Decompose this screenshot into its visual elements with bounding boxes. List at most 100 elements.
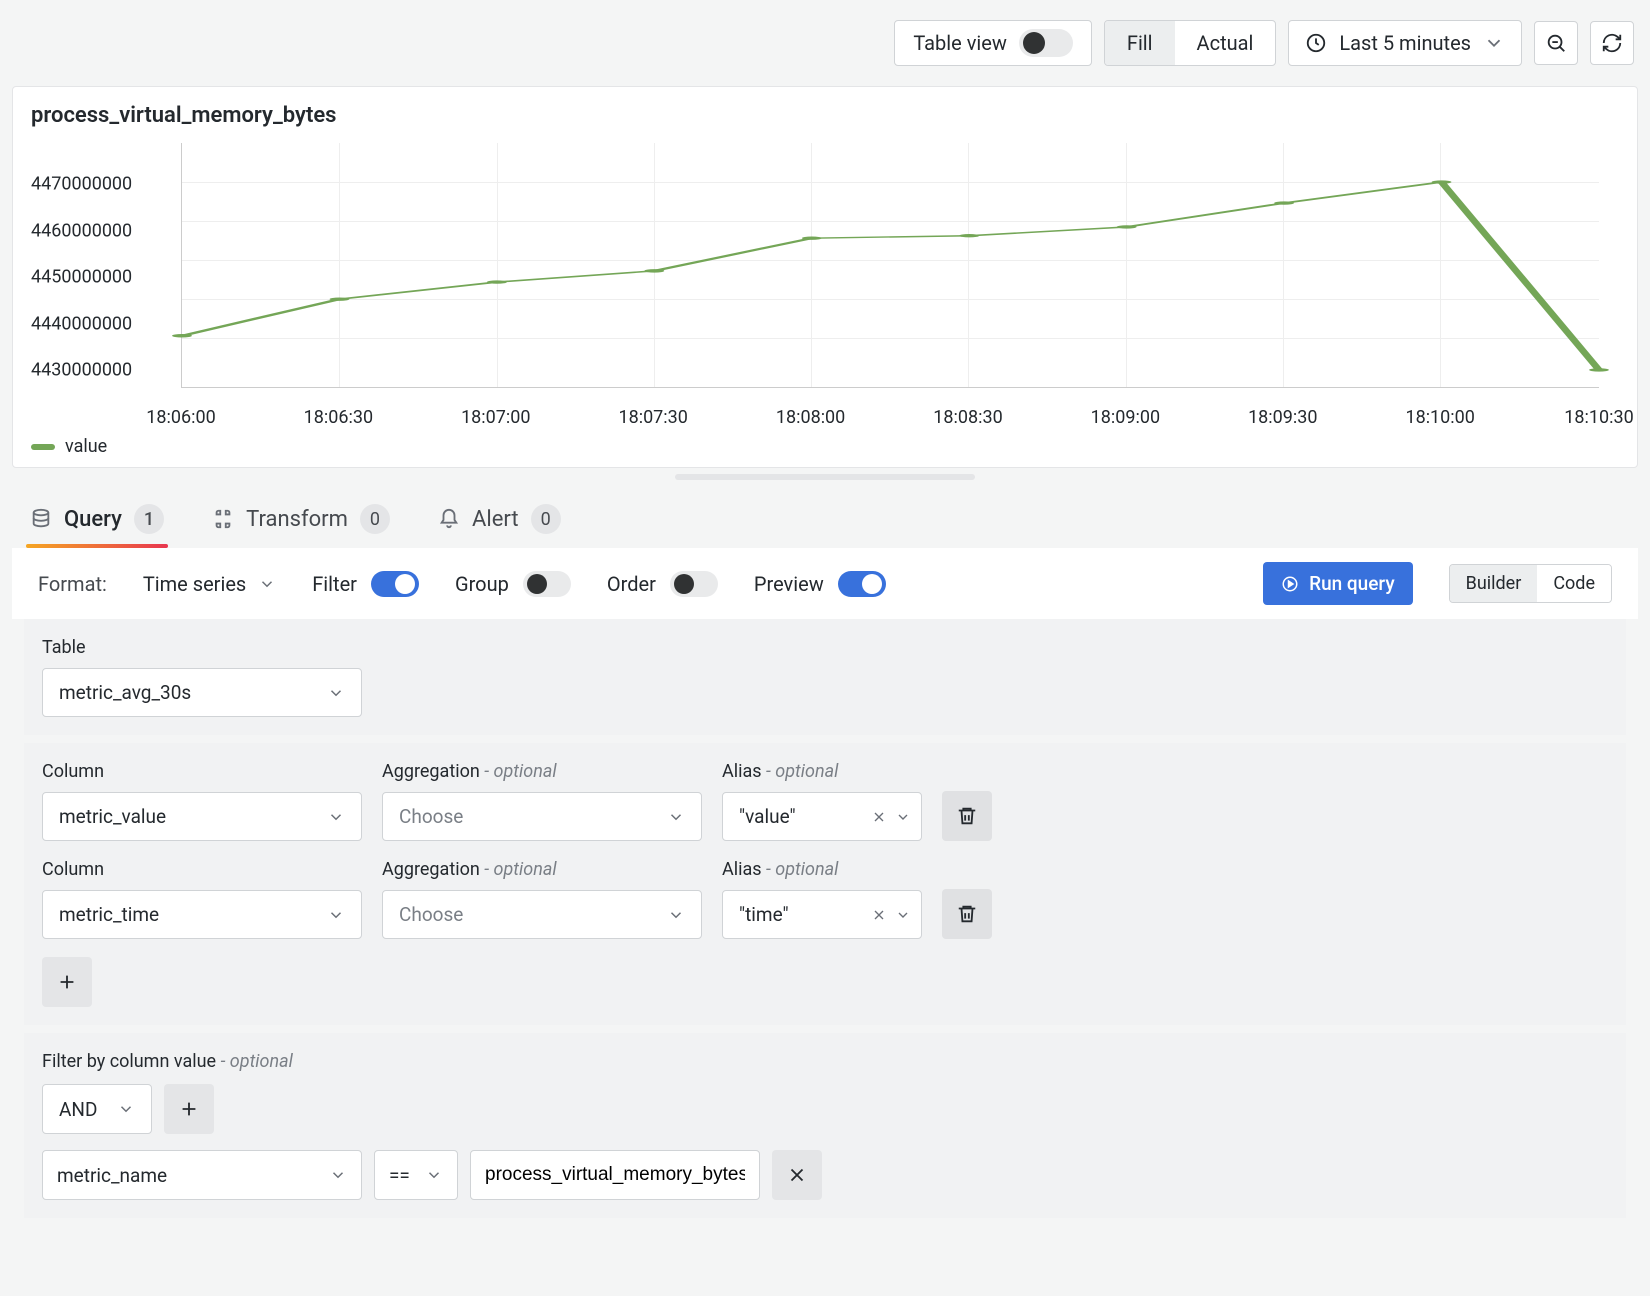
run-query-button[interactable]: Run query <box>1263 562 1413 605</box>
chart-plot <box>181 143 1599 388</box>
tab-badge: 0 <box>360 504 390 534</box>
chart-area[interactable]: 4470000000 4460000000 4450000000 4440000… <box>31 138 1619 428</box>
legend-swatch <box>31 444 55 450</box>
play-icon <box>1281 575 1299 593</box>
alias-value: "time" <box>739 903 789 926</box>
order-toggle[interactable] <box>670 571 718 597</box>
refresh-button[interactable] <box>1590 21 1634 65</box>
plus-icon <box>56 971 78 993</box>
time-range-label: Last 5 minutes <box>1339 31 1471 55</box>
filter-value-input-wrap <box>470 1150 760 1200</box>
clock-icon <box>1305 32 1327 54</box>
y-tick-label: 4430000000 <box>31 360 132 381</box>
column-select[interactable]: metric_value <box>42 792 362 841</box>
group-toggle[interactable] <box>523 571 571 597</box>
column-label: Column <box>42 761 362 782</box>
builder-option[interactable]: Builder <box>1450 565 1538 602</box>
chevron-down-icon[interactable] <box>895 907 911 923</box>
x-tick-label: 18:10:30 <box>1564 407 1633 428</box>
filter-conjunction-select[interactable]: AND <box>42 1084 152 1134</box>
aggregation-placeholder: Choose <box>399 903 463 926</box>
filter-column-select[interactable]: metric_name <box>42 1150 362 1200</box>
actual-option[interactable]: Actual <box>1175 21 1276 65</box>
column-row: Column metric_value Aggregation - option… <box>42 761 1608 841</box>
filter-conjunction-value: AND <box>59 1098 97 1121</box>
aggregation-select[interactable]: Choose <box>382 890 702 939</box>
tab-alert[interactable]: Alert 0 <box>438 504 561 548</box>
x-tick-label: 18:08:00 <box>776 407 845 428</box>
filter-label: Filter <box>312 572 357 596</box>
chevron-down-icon <box>667 808 685 826</box>
column-value: metric_value <box>59 805 166 828</box>
chevron-down-icon <box>327 906 345 924</box>
x-tick-label: 18:07:30 <box>618 407 687 428</box>
filter-section: Filter by column value - optional AND me… <box>24 1033 1626 1218</box>
chart-panel: process_virtual_memory_bytes 4470000000 … <box>12 86 1638 468</box>
table-view-switch[interactable]: Table view <box>894 20 1092 66</box>
column-label: Column <box>42 859 362 880</box>
column-select[interactable]: metric_time <box>42 890 362 939</box>
alias-input[interactable]: "time" <box>722 890 922 939</box>
clear-icon[interactable] <box>871 907 887 923</box>
chevron-down-icon <box>425 1166 443 1184</box>
trash-icon <box>956 903 978 925</box>
filter-toggle[interactable] <box>371 571 419 597</box>
remove-filter-button[interactable] <box>772 1150 822 1200</box>
x-tick-label: 18:07:00 <box>461 407 530 428</box>
aggregation-label: Aggregation - optional <box>382 859 702 880</box>
clear-icon[interactable] <box>871 809 887 825</box>
chevron-down-icon <box>329 1166 347 1184</box>
format-label: Format: <box>38 572 107 596</box>
order-label: Order <box>607 572 656 596</box>
tab-transform[interactable]: Transform 0 <box>212 504 390 548</box>
filter-operator-value: == <box>389 1164 410 1187</box>
format-select[interactable]: Time series <box>143 572 276 596</box>
x-tick-label: 18:09:00 <box>1091 407 1160 428</box>
delete-row-button[interactable] <box>942 791 992 841</box>
code-option[interactable]: Code <box>1537 565 1611 602</box>
chevron-down-icon <box>1483 32 1505 54</box>
trash-icon <box>956 805 978 827</box>
y-tick-label: 4440000000 <box>31 313 132 334</box>
fill-actual-segment: Fill Actual <box>1104 20 1276 66</box>
top-toolbar: Table view Fill Actual Last 5 minutes <box>12 20 1638 86</box>
zoom-out-button[interactable] <box>1534 21 1578 65</box>
builder-code-segment: Builder Code <box>1449 564 1612 603</box>
chevron-down-icon[interactable] <box>895 809 911 825</box>
y-tick-label: 4470000000 <box>31 174 132 195</box>
chevron-down-icon <box>327 808 345 826</box>
x-tick-label: 18:10:00 <box>1405 407 1474 428</box>
alias-input[interactable]: "value" <box>722 792 922 841</box>
filter-value-input[interactable] <box>485 1164 745 1186</box>
table-view-toggle[interactable] <box>1019 29 1073 57</box>
table-value: metric_avg_30s <box>59 681 191 704</box>
plus-icon <box>178 1098 200 1120</box>
table-label: Table <box>42 637 1608 658</box>
aggregation-select[interactable]: Choose <box>382 792 702 841</box>
filter-operator-select[interactable]: == <box>374 1150 458 1200</box>
chevron-down-icon <box>258 575 276 593</box>
alias-label: Alias - optional <box>722 859 922 880</box>
tab-label: Transform <box>246 507 348 532</box>
delete-row-button[interactable] <box>942 889 992 939</box>
query-options-row: Format: Time series Filter Group Order P… <box>12 548 1638 619</box>
chart-title: process_virtual_memory_bytes <box>31 103 1619 128</box>
aggregation-placeholder: Choose <box>399 805 463 828</box>
tab-query[interactable]: Query 1 <box>30 504 164 548</box>
preview-toggle[interactable] <box>838 571 886 597</box>
column-row: Column metric_time Aggregation - optiona… <box>42 859 1608 939</box>
columns-section: Column metric_value Aggregation - option… <box>24 743 1626 1025</box>
refresh-icon <box>1601 32 1623 54</box>
y-tick-label: 4450000000 <box>31 267 132 288</box>
time-range-picker[interactable]: Last 5 minutes <box>1288 20 1522 66</box>
format-value: Time series <box>143 572 246 596</box>
run-query-label: Run query <box>1309 572 1395 595</box>
add-filter-button[interactable] <box>164 1084 214 1134</box>
tab-badge: 0 <box>531 504 561 534</box>
filter-column-value: metric_name <box>57 1164 167 1187</box>
group-label: Group <box>455 572 509 596</box>
table-select[interactable]: metric_avg_30s <box>42 668 362 717</box>
transform-icon <box>212 508 234 530</box>
add-column-button[interactable] <box>42 957 92 1007</box>
fill-option[interactable]: Fill <box>1105 21 1175 65</box>
